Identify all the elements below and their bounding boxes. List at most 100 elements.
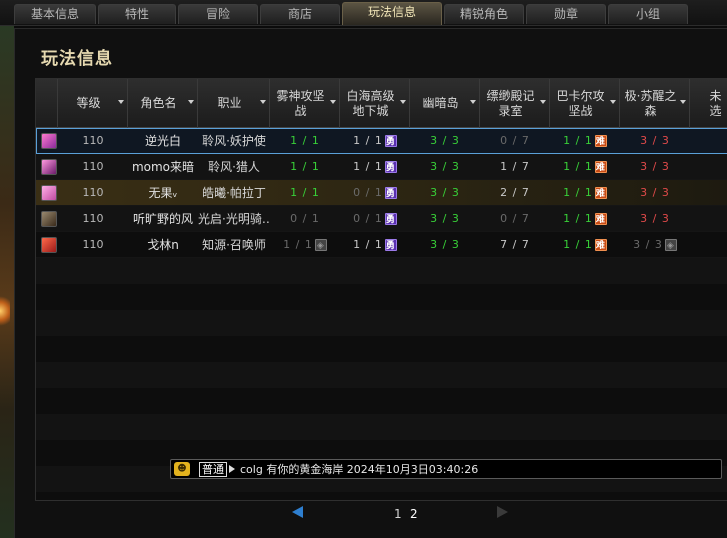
- dark-island-cell: 3 / 3: [430, 212, 460, 225]
- hard-mode-icon: 难: [594, 187, 607, 199]
- count: 1 / 1: [563, 186, 593, 199]
- ethereal-cell: 0 / 7: [500, 212, 530, 225]
- hero-mode-icon: 勇: [384, 161, 397, 173]
- avatar: [41, 185, 57, 201]
- sort-caret-icon: [470, 100, 476, 104]
- count: 1 / 1: [353, 238, 383, 251]
- chevron-right-icon: [229, 465, 235, 473]
- ethereal-cell: 0 / 7: [500, 134, 530, 147]
- header-label: 白海高级 地下城: [346, 88, 395, 118]
- dark-island-cell: 3 / 3: [430, 238, 460, 251]
- header-label: 缥缈殿记 录室: [486, 88, 535, 118]
- job-cell: 聆风·妖护使: [202, 134, 266, 148]
- level-cell: 110: [82, 238, 104, 251]
- sort-caret-icon: [680, 100, 686, 104]
- chat-message: colg 有你的黄金海岸 2024年10月3日03:40:26: [240, 463, 479, 476]
- dark-island-cell: 3 / 3: [430, 160, 460, 173]
- hard-mode-icon: 难: [594, 161, 607, 173]
- tab-medals[interactable]: 勋章: [526, 4, 606, 24]
- page-2[interactable]: 2: [410, 507, 418, 521]
- sort-caret-icon: [188, 100, 194, 104]
- sort-caret-icon: [260, 100, 266, 104]
- next-page-icon[interactable]: [497, 506, 508, 518]
- count: 1 / 1: [353, 134, 383, 147]
- header-unselected[interactable]: 未选: [690, 79, 727, 128]
- tab-adventure[interactable]: 冒险: [178, 4, 258, 24]
- tab-gameplay-info[interactable]: 玩法信息: [342, 2, 442, 25]
- tab-shop[interactable]: 商店: [260, 4, 340, 24]
- sort-caret-icon: [118, 100, 124, 104]
- job-cell: 皓曦·帕拉丁: [202, 186, 266, 200]
- page-1[interactable]: 1: [394, 507, 402, 521]
- header-ethereal-hall[interactable]: 缥缈殿记 录室: [480, 79, 550, 128]
- bakal-cell: 1 / 1难: [550, 154, 620, 180]
- sort-caret-icon: [610, 100, 616, 104]
- mist-cell: 1 / 1: [290, 134, 320, 147]
- hero-mode-icon: 勇: [384, 187, 397, 199]
- white-sea-cell: 1 / 1勇: [340, 154, 410, 180]
- page-title: 玩法信息: [41, 49, 113, 69]
- chat-smiley-icon[interactable]: ☻: [174, 462, 190, 476]
- header-label: 职业: [217, 96, 242, 110]
- header-mist-raid[interactable]: 雾神攻坚 战: [270, 79, 340, 128]
- table-row[interactable]: 110 momo来暗 聆风·猎人 1 / 1 1 / 1勇 3 / 3 1 / …: [36, 154, 727, 180]
- table-row[interactable]: 110 戈林n 知源·召唤师 1 / 1 ◈ 1 / 1勇 3 / 3 7 / 7…: [36, 232, 727, 258]
- locked-icon: ◈: [664, 239, 677, 251]
- table-row[interactable]: 110 听旷野的风 光启·光明骑… 0 / 1 0 / 1勇 3 / 3 0 /…: [36, 206, 727, 232]
- header-dark-island[interactable]: 幽暗岛: [410, 79, 480, 128]
- job-cell: 聆风·猎人: [208, 160, 260, 174]
- empty-row: [36, 388, 727, 414]
- header-white-sea-dungeon[interactable]: 白海高级 地下城: [340, 79, 410, 128]
- ethereal-cell: 2 / 7: [500, 186, 530, 199]
- name-cell: 逆光白: [144, 134, 181, 148]
- sort-caret-icon: [540, 100, 546, 104]
- bakal-cell: 1 / 1难: [550, 232, 620, 258]
- header-job[interactable]: 职业: [198, 79, 270, 128]
- ethereal-cell: 7 / 7: [500, 238, 530, 251]
- tab-bar: 基本信息 特性 冒险 商店 玩法信息 精锐角色 勋章 小组: [0, 0, 727, 26]
- empty-row: [36, 336, 727, 362]
- unselected-cell: –: [690, 180, 727, 206]
- header-name[interactable]: 角色名: [128, 79, 198, 128]
- white-sea-cell: 0 / 1勇: [340, 180, 410, 206]
- table-row[interactable]: 110 无果ᵥ 皓曦·帕拉丁 1 / 1 0 / 1勇 3 / 3 2 / 7 …: [36, 180, 727, 206]
- locked-icon: ◈: [314, 239, 327, 251]
- white-sea-cell: 1 / 1勇: [340, 128, 410, 154]
- chat-channel[interactable]: 普通: [199, 462, 227, 477]
- header-label: 雾神攻坚 战: [276, 88, 325, 118]
- header-label: 等级: [76, 96, 101, 110]
- tab-group[interactable]: 小组: [608, 4, 688, 24]
- prev-page-icon[interactable]: [292, 506, 303, 518]
- header-level[interactable]: 等级: [58, 79, 128, 128]
- avatar: [41, 133, 57, 149]
- count: 1 / 1: [563, 238, 593, 251]
- empty-row: [36, 414, 727, 440]
- table-row[interactable]: 110 逆光白 聆风·妖护使 1 / 1 1 / 1勇 3 / 3 0 / 7 …: [36, 128, 727, 154]
- chat-bar[interactable]: ☻ 普通 colg 有你的黄金海岸 2024年10月3日03:40:26: [170, 459, 722, 479]
- forest-cell: 3 / 3: [640, 134, 670, 147]
- mist-cell: 1 / 1 ◈: [270, 232, 340, 258]
- hero-mode-icon: 勇: [384, 213, 397, 225]
- tab-traits[interactable]: 特性: [98, 4, 176, 24]
- header-bakal-raid[interactable]: 巴卡尔攻 坚战: [550, 79, 620, 128]
- header-awakened-forest[interactable]: 极·苏醒之 森: [620, 79, 690, 128]
- tab-elite-characters[interactable]: 精锐角色: [444, 4, 524, 24]
- bakal-cell: 1 / 1难: [550, 206, 620, 232]
- empty-row: [36, 362, 727, 388]
- white-sea-cell: 0 / 1勇: [340, 206, 410, 232]
- empty-row: [36, 284, 727, 310]
- job-cell: 知源·召唤师: [202, 238, 266, 252]
- tab-basic-info[interactable]: 基本信息: [14, 4, 96, 24]
- avatar: [41, 159, 57, 175]
- dark-island-cell: 3 / 3: [430, 186, 460, 199]
- white-sea-cell: 1 / 1勇: [340, 232, 410, 258]
- forest-cell: 3 / 3: [640, 186, 670, 199]
- ethereal-cell: 1 / 7: [500, 160, 530, 173]
- mist-cell: 0 / 1: [290, 212, 320, 225]
- count: 1 / 1: [563, 160, 593, 173]
- header-label: 角色名: [140, 96, 177, 110]
- avatar: [41, 237, 57, 253]
- count: 0 / 1: [353, 186, 383, 199]
- header-label: 未选: [709, 88, 722, 118]
- forest-cell: 3 / 3: [640, 212, 670, 225]
